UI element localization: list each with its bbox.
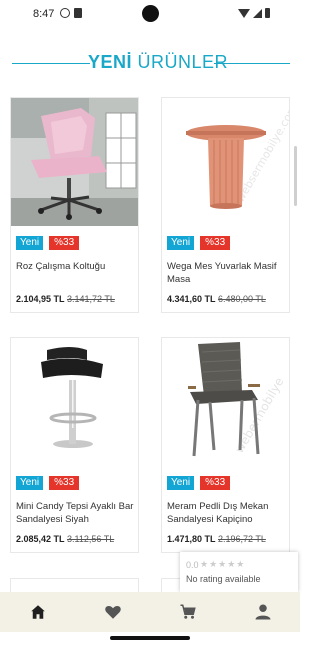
product-badges: Yeni %33 bbox=[167, 476, 231, 490]
product-name[interactable]: Roz Çalışma Koltuğu bbox=[16, 260, 136, 273]
vpn-icon bbox=[60, 8, 70, 18]
rating-text: No rating available bbox=[186, 574, 261, 584]
discount-badge: %33 bbox=[49, 236, 80, 250]
discount-badge: %33 bbox=[200, 236, 231, 250]
gesture-home-bar[interactable] bbox=[110, 636, 190, 640]
nav-favorites[interactable] bbox=[93, 592, 133, 632]
product-card[interactable]: webermobilye Yeni %33 Meram Pedli Dış Me… bbox=[161, 337, 290, 553]
product-image[interactable]: websermobilye.com bbox=[162, 98, 289, 226]
user-icon bbox=[255, 604, 270, 620]
title-divider-left bbox=[12, 63, 90, 64]
section-title-strong: YENİ bbox=[88, 52, 133, 72]
battery-icon bbox=[265, 8, 270, 18]
bar-stool-image bbox=[41, 347, 103, 448]
outdoor-chair-image: webermobilye bbox=[188, 342, 287, 457]
product-price: 2.085,42 TL bbox=[16, 534, 65, 544]
status-time: 8:47 bbox=[33, 8, 55, 20]
rating-score: 0.0 bbox=[186, 560, 199, 570]
product-old-price: 3.141,72 TL bbox=[67, 294, 115, 304]
round-table-image: websermobilye.com bbox=[186, 102, 289, 209]
office-chair-image bbox=[11, 98, 138, 226]
status-notification-icons bbox=[60, 8, 82, 18]
product-name[interactable]: Mini Candy Tepsi Ayaklı Bar Sandalyesi S… bbox=[16, 500, 136, 526]
product-card[interactable]: websermobilye.com Yeni %33 Wega Mes Yuva… bbox=[161, 97, 290, 313]
rating-widget: 0.0 ★★★★★ No rating available bbox=[180, 552, 298, 592]
section-title: YENİ ÜRÜNLER bbox=[88, 52, 228, 73]
wifi-icon bbox=[238, 8, 250, 18]
product-old-price: 3.112,56 TL bbox=[67, 534, 115, 544]
home-icon bbox=[30, 605, 45, 619]
product-card[interactable]: Yeni %33 Mini Candy Tepsi Ayaklı Bar San… bbox=[10, 337, 139, 553]
new-badge: Yeni bbox=[167, 236, 195, 250]
product-card[interactable]: Yeni %33 Roz Çalışma Koltuğu 2.104,95 TL… bbox=[10, 97, 139, 313]
heart-icon bbox=[104, 605, 121, 619]
product-old-price: 2.196,72 TL bbox=[218, 534, 266, 544]
product-image[interactable] bbox=[11, 98, 138, 226]
discount-badge: %33 bbox=[200, 476, 231, 490]
new-badge: Yeni bbox=[167, 476, 195, 490]
product-name[interactable]: Wega Mes Yuvarlak Masif Masa bbox=[167, 260, 287, 286]
product-badges: Yeni %33 bbox=[167, 236, 231, 250]
nav-home[interactable] bbox=[18, 592, 58, 632]
product-image[interactable] bbox=[11, 338, 138, 466]
rating-stars-icon: ★★★★★ bbox=[200, 559, 246, 569]
title-divider-right bbox=[214, 63, 290, 64]
product-name[interactable]: Meram Pedli Dış Mekan Sandalyesi Kapiçin… bbox=[167, 500, 287, 526]
product-price: 2.104,95 TL bbox=[16, 294, 65, 304]
scrollbar[interactable] bbox=[294, 146, 297, 206]
new-badge: Yeni bbox=[16, 476, 44, 490]
product-image[interactable]: webermobilye bbox=[162, 338, 289, 466]
nav-profile[interactable] bbox=[243, 592, 283, 632]
product-price: 4.341,60 TL bbox=[167, 294, 216, 304]
nav-cart[interactable] bbox=[168, 592, 208, 632]
status-system-icons bbox=[238, 8, 270, 18]
status-bar: 8:47 bbox=[0, 0, 300, 28]
product-price: 1.471,80 TL bbox=[167, 534, 216, 544]
product-badges: Yeni %33 bbox=[16, 476, 80, 490]
section-title-rest: ÜRÜNLER bbox=[132, 52, 229, 72]
front-camera bbox=[142, 5, 159, 22]
signal-icon bbox=[253, 8, 262, 18]
cart-icon bbox=[180, 604, 196, 619]
sd-card-icon bbox=[74, 8, 82, 18]
product-old-price: 6.480,00 TL bbox=[218, 294, 266, 304]
bottom-nav bbox=[0, 592, 300, 632]
section-header: YENİ ÜRÜNLER bbox=[0, 52, 300, 76]
product-badges: Yeni %33 bbox=[16, 236, 80, 250]
discount-badge: %33 bbox=[49, 476, 80, 490]
new-badge: Yeni bbox=[16, 236, 44, 250]
